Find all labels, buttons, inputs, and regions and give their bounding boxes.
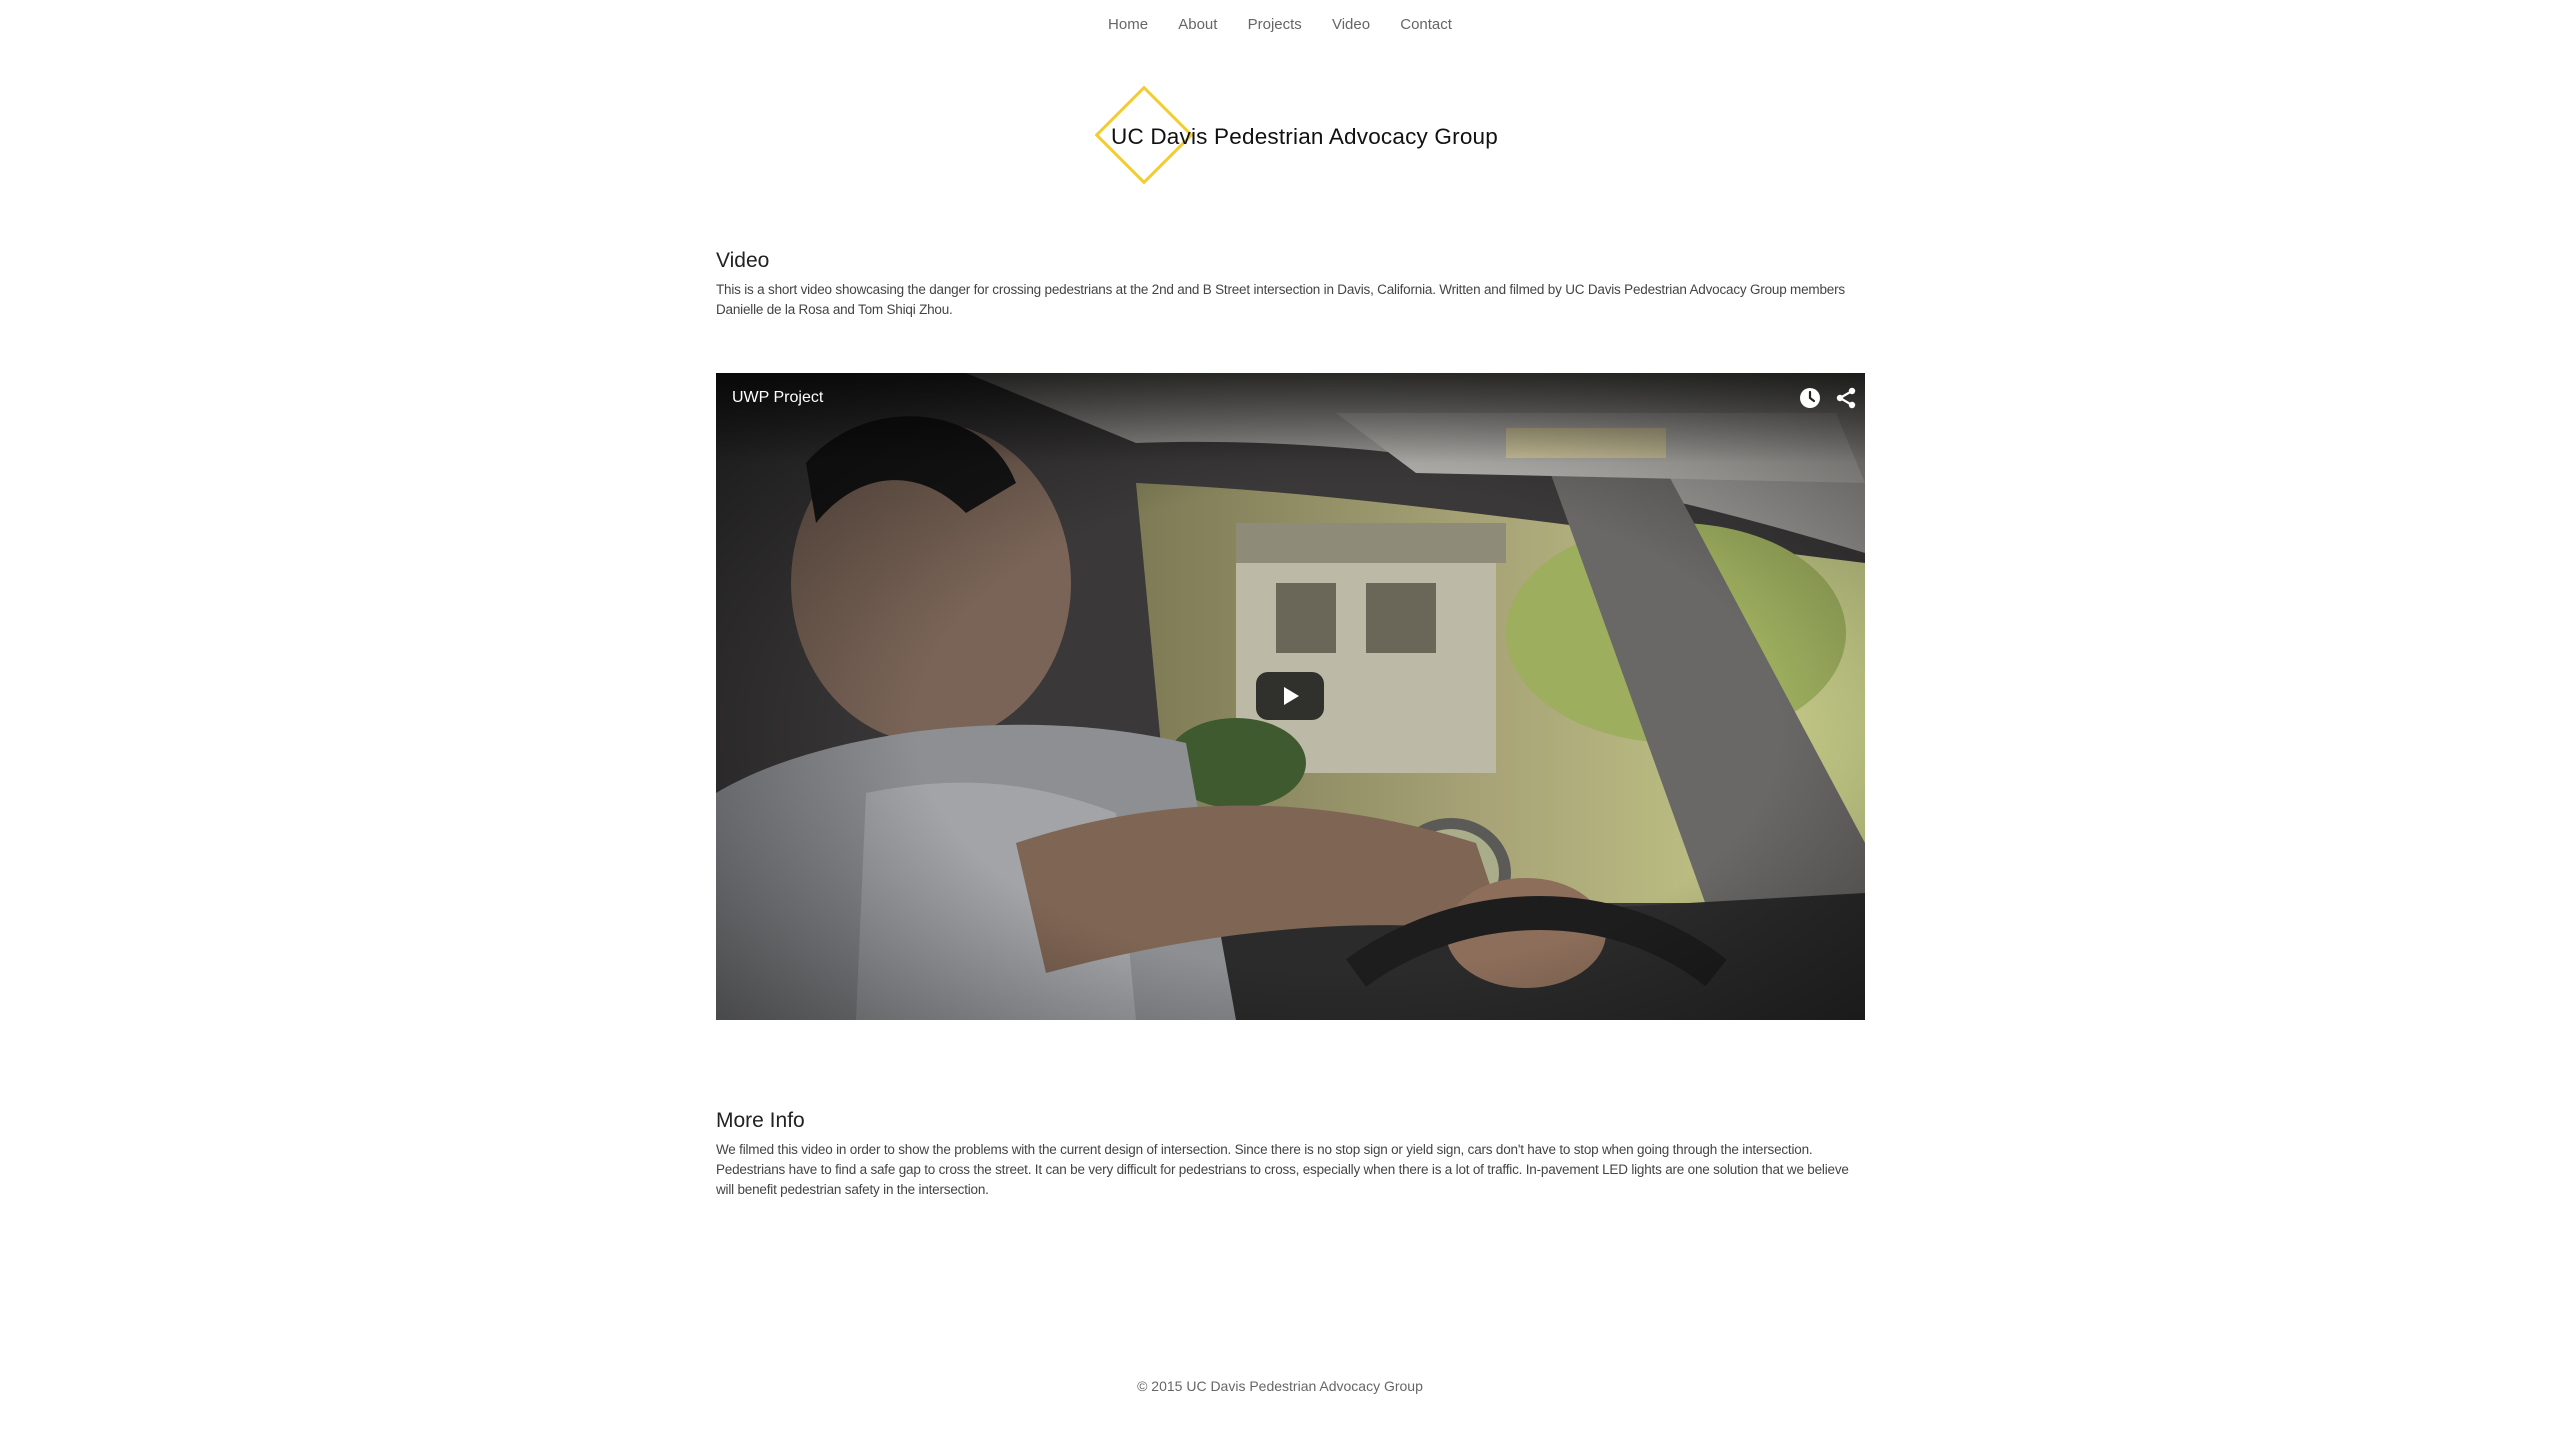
more-info-description: We filmed this video in order to show th… [716, 1142, 1849, 1197]
video-description: This is a short video showcasing the dan… [716, 282, 1845, 317]
share-icon[interactable] [1833, 385, 1859, 411]
play-button[interactable] [1256, 672, 1324, 720]
video-title[interactable]: UWP Project [732, 387, 823, 409]
more-info-section: More Info We filmed this video in order … [716, 1106, 1865, 1200]
site-logo[interactable]: UC Davis Pedestrian Advocacy Group [1094, 81, 1498, 191]
page: Home About Projects Video Contact UC Dav… [0, 0, 2560, 1440]
video-section: Video This is a short video showcasing t… [716, 246, 1865, 320]
top-nav: Home About Projects Video Contact [0, 14, 2560, 36]
footer: © 2015 UC Davis Pedestrian Advocacy Grou… [0, 1376, 2560, 1396]
play-icon [1284, 687, 1299, 705]
nav-about[interactable]: About [1178, 14, 1217, 36]
video-player[interactable]: UWP Project [716, 373, 1865, 1020]
nav-contact[interactable]: Contact [1400, 14, 1452, 36]
clock-icon[interactable] [1797, 385, 1823, 411]
nav-video[interactable]: Video [1332, 14, 1370, 36]
nav-home[interactable]: Home [1108, 14, 1148, 36]
site-title: UC Davis Pedestrian Advocacy Group [1111, 124, 1498, 149]
more-info-heading: More Info [716, 1109, 805, 1132]
video-heading: Video [716, 249, 770, 272]
nav-projects[interactable]: Projects [1248, 14, 1302, 36]
copyright-text: © 2015 UC Davis Pedestrian Advocacy Grou… [1137, 1378, 1423, 1394]
player-header-shade [716, 373, 1865, 463]
